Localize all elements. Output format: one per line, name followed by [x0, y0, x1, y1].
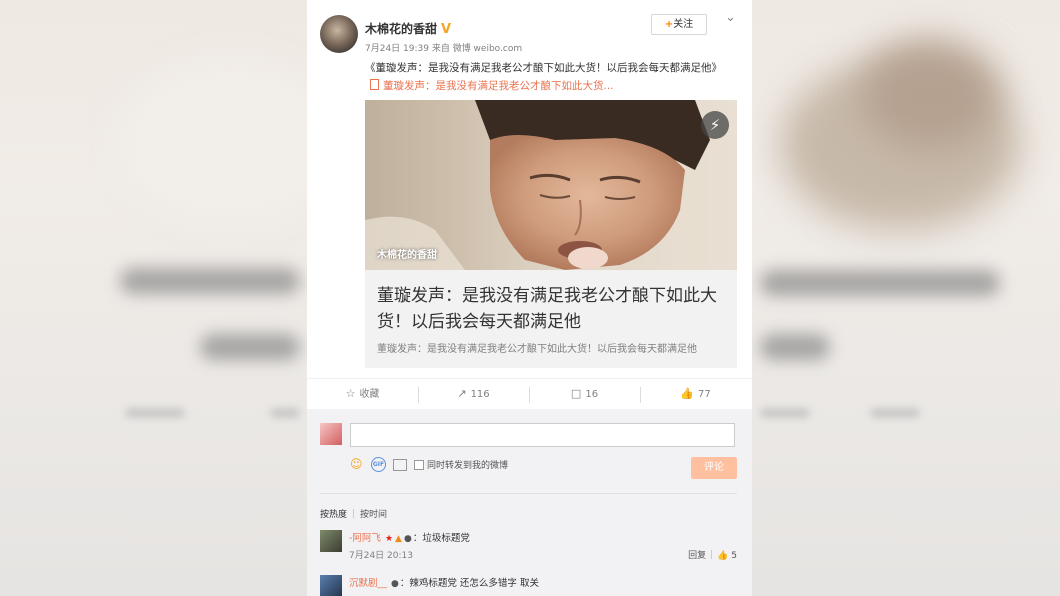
- chevron-down-icon[interactable]: ⌄: [725, 10, 736, 25]
- comment-text: ：垃圾标题党: [412, 533, 470, 544]
- document-icon: [370, 79, 379, 90]
- article-card[interactable]: 木棉花的香甜 ⚡ 董璇发声：是我没有满足我老公才酿下如此大货！以后我会每天都满足…: [365, 100, 737, 368]
- author-avatar[interactable]: [320, 15, 358, 53]
- post-action-bar: ☆ 收藏 ↗ 116 □ 16 👍 77: [307, 378, 752, 409]
- sort-divider: [353, 509, 355, 518]
- favorite-button[interactable]: ☆ 收藏: [307, 379, 418, 409]
- panda-emoji-icon: ●: [403, 534, 412, 544]
- comment-content: -阿阿飞 ★ ▲ ●：垃圾标题党: [349, 530, 470, 544]
- comment-section: ☺ GIF 同时转发到我的微博 评论 按热度 按时间 -阿阿飞 ★ ▲ ●：垃圾标题党…: [307, 409, 752, 596]
- commenter-avatar[interactable]: [320, 530, 342, 552]
- post: 木棉花的香甜 V 7月24日 19:39 来自 微博 weibo.com +关注 …: [307, 0, 752, 376]
- post-meta: 7月24日 19:39 来自 微博 weibo.com: [365, 44, 523, 54]
- comment-count: 16: [585, 389, 599, 400]
- my-avatar[interactable]: [320, 423, 342, 445]
- article-link-text[interactable]: 董璇发声：是我没有满足我老公才酿下如此大货...: [383, 80, 614, 92]
- weibo-post-card: 木棉花的香甜 V 7月24日 19:39 来自 微博 weibo.com +关注 …: [307, 0, 752, 596]
- emoji-icon[interactable]: ☺: [350, 457, 363, 471]
- comment-item: 沉默剧__ ●：辣鸡标题党 还怎么多错字 取关: [320, 575, 737, 596]
- article-link[interactable]: 董璇发声：是我没有满足我老公才酿下如此大货...: [370, 78, 614, 93]
- sync-repost-label: 同时转发到我的微博: [427, 461, 509, 471]
- article-title[interactable]: 董璇发声：是我没有满足我老公才酿下如此大货！以后我会每天都满足他: [377, 283, 727, 335]
- comment-like-count: 5: [731, 551, 737, 561]
- post-text: 《董璇发声：是我没有满足我老公才酿下如此大货！以后我会每天都满足他》: [365, 62, 722, 74]
- sort-by-heat-tab[interactable]: 按热度: [320, 510, 347, 520]
- follow-button[interactable]: +关注: [651, 14, 707, 35]
- comment-text: ：辣鸡标题党 还怎么多错字 取关: [399, 578, 539, 589]
- image-icon[interactable]: [393, 459, 407, 471]
- comment-icon: □: [570, 387, 582, 400]
- favorite-label: 收藏: [359, 389, 380, 400]
- comment-button[interactable]: □ 16: [529, 379, 640, 409]
- fire-badge-icon: ▲: [395, 534, 402, 544]
- cover-watermark: 木棉花的香甜: [377, 250, 437, 261]
- gif-icon[interactable]: GIF: [371, 457, 386, 472]
- article-summary: 董璇发声：是我没有满足我老公才酿下如此大货！以后我会每天都满足他: [377, 344, 697, 355]
- repost-button[interactable]: ↗ 116: [418, 379, 529, 409]
- follow-plus-icon: +: [664, 19, 674, 30]
- cover-photo-illustration: [365, 100, 737, 270]
- commenter-name[interactable]: -阿阿飞: [349, 533, 381, 544]
- verified-badge-icon: V: [441, 22, 452, 37]
- sort-by-time-tab[interactable]: 按时间: [360, 510, 387, 520]
- author-name[interactable]: 木棉花的香甜 V: [365, 20, 451, 37]
- panda-emoji-icon: ●: [391, 579, 399, 589]
- comment-item: -阿阿飞 ★ ▲ ●：垃圾标题党 7月24日 20:13 回复 👍 5: [320, 530, 737, 561]
- author-name-text[interactable]: 木棉花的香甜: [365, 22, 437, 36]
- commenter-name[interactable]: 沉默剧__: [349, 578, 387, 589]
- comment-sort-tabs: 按热度 按时间: [320, 507, 387, 520]
- comment-actions: 回复 👍 5: [688, 548, 737, 561]
- star-badge-icon: ★: [384, 534, 394, 544]
- comment-action-divider: [711, 550, 713, 559]
- star-icon: ☆: [345, 387, 356, 400]
- reply-button[interactable]: 回复: [688, 551, 706, 561]
- commenter-avatar[interactable]: [320, 575, 342, 596]
- thumbs-up-icon: 👍: [680, 387, 694, 400]
- like-button[interactable]: 👍 77: [640, 379, 751, 409]
- comment-input[interactable]: [350, 423, 735, 447]
- follow-label: 关注: [673, 19, 694, 30]
- lightning-icon: ⚡: [701, 111, 729, 139]
- article-cover-image[interactable]: 木棉花的香甜 ⚡: [365, 100, 737, 270]
- divider: [320, 493, 737, 494]
- comment-like-icon[interactable]: 👍: [717, 551, 728, 561]
- sync-repost-checkbox[interactable]: [414, 460, 424, 470]
- comment-content: 沉默剧__ ●：辣鸡标题党 还怎么多错字 取关: [349, 575, 539, 589]
- repost-count: 116: [470, 389, 490, 400]
- repost-icon: ↗: [457, 387, 467, 400]
- like-count: 77: [697, 389, 711, 400]
- submit-comment-button[interactable]: 评论: [691, 457, 737, 479]
- comment-time: 7月24日 20:13: [349, 551, 413, 561]
